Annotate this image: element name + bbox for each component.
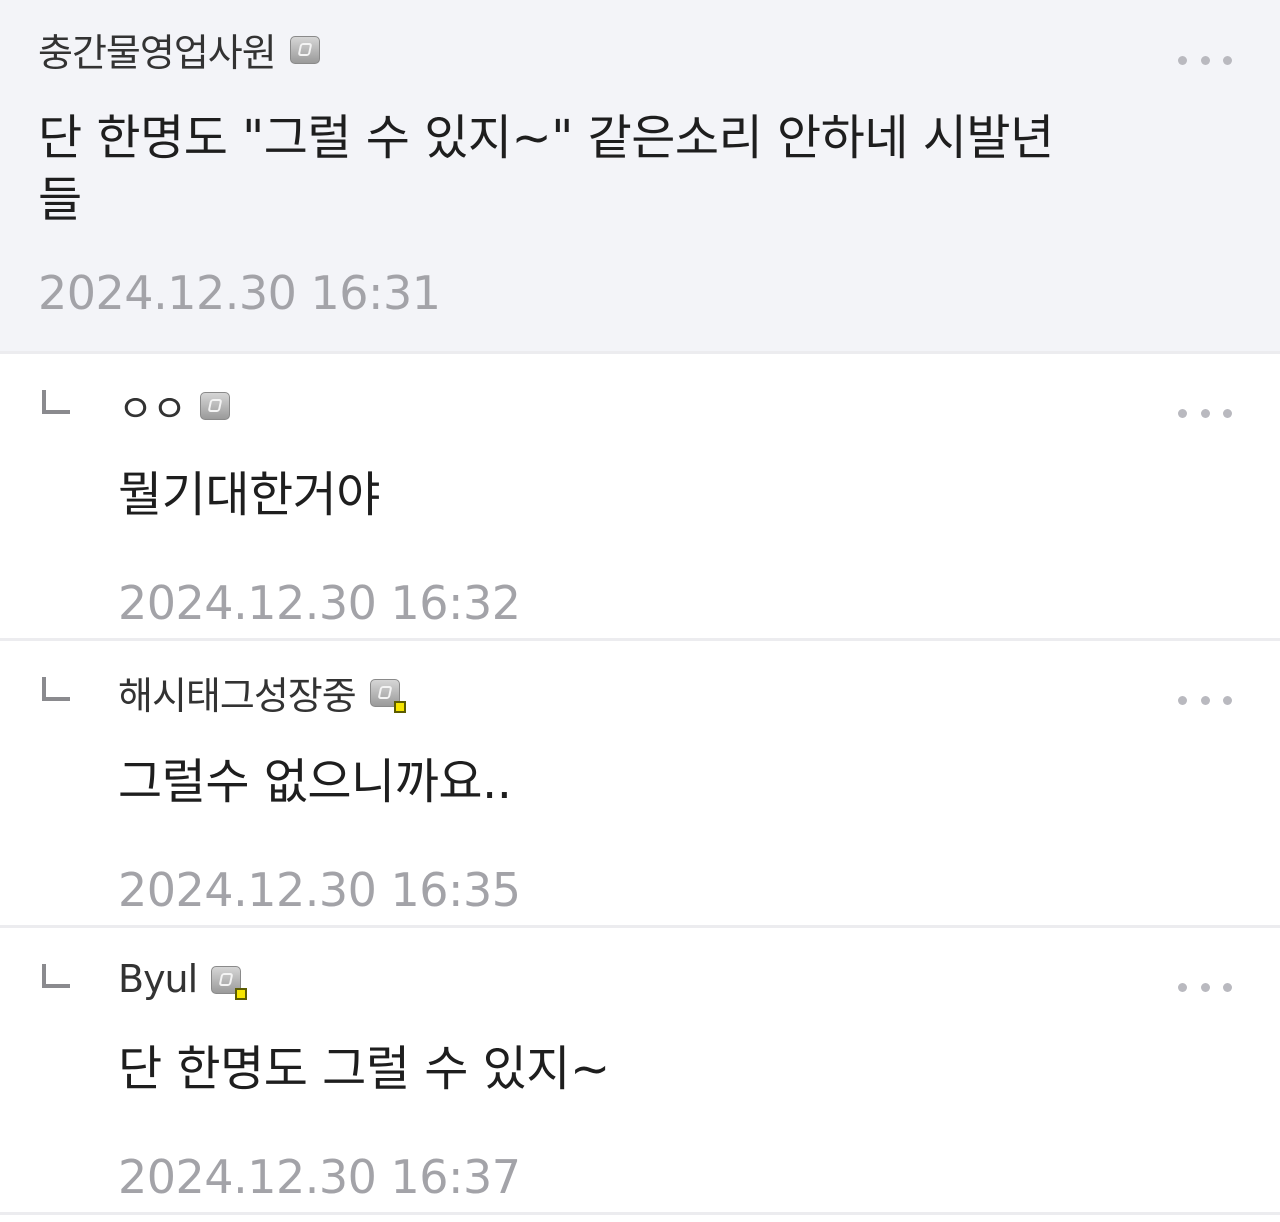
member-level-icon bbox=[199, 392, 232, 422]
more-dot-icon bbox=[1178, 695, 1187, 705]
comment-date: 2024.12.30 16:31 bbox=[38, 266, 441, 320]
reply-arrow-icon bbox=[42, 964, 70, 988]
reply-item: ㅇㅇ 뭘기대한거야 2024.12.30 16:32 bbox=[0, 354, 1280, 641]
comment-date: 2024.12.30 16:37 bbox=[118, 1150, 521, 1204]
comment-author[interactable]: 해시태그성장중 bbox=[118, 665, 357, 720]
more-dot-icon bbox=[1200, 55, 1210, 65]
comment-header: ㅇㅇ bbox=[118, 376, 232, 434]
more-dot-icon bbox=[1178, 982, 1187, 992]
more-options-button[interactable] bbox=[1178, 694, 1232, 706]
more-dot-icon bbox=[1223, 982, 1232, 992]
comment-text: 뭘기대한거야 bbox=[118, 467, 380, 523]
more-dot-icon bbox=[1200, 982, 1210, 992]
more-options-button[interactable] bbox=[1178, 981, 1232, 993]
comment-header: 충간물영업사원 bbox=[38, 20, 322, 78]
more-dot-icon bbox=[1223, 55, 1232, 65]
comment-list: 충간물영업사원 단 한명도 "그럴 수 있지~" 같은소리 안하네 시발년들 2… bbox=[0, 0, 1280, 1215]
comment-item: 충간물영업사원 단 한명도 "그럴 수 있지~" 같은소리 안하네 시발년들 2… bbox=[0, 0, 1280, 354]
reply-arrow-icon bbox=[42, 390, 70, 414]
level-badge-icon bbox=[235, 988, 248, 1000]
member-level-badge-icon bbox=[211, 966, 248, 1000]
comment-date: 2024.12.30 16:35 bbox=[118, 863, 521, 917]
comment-text: 단 한명도 "그럴 수 있지~" 같은소리 안하네 시발년들 bbox=[38, 110, 1054, 228]
level-icon-box bbox=[289, 36, 320, 64]
more-dot-icon bbox=[1200, 408, 1210, 418]
comment-header: 해시태그성장중 bbox=[118, 663, 406, 721]
comment-author[interactable]: Byul bbox=[118, 957, 198, 1001]
more-dot-icon bbox=[1223, 695, 1232, 705]
comment-header: Byul bbox=[118, 950, 248, 1008]
comment-author[interactable]: 충간물영업사원 bbox=[38, 22, 277, 77]
member-level-badge-icon bbox=[369, 679, 406, 713]
level-badge-icon bbox=[393, 701, 406, 713]
more-dot-icon bbox=[1178, 408, 1187, 418]
reply-item: 해시태그성장중 그럴수 없으니까요.. 2024.12.30 16:35 bbox=[0, 641, 1280, 928]
reply-item: Byul 단 한명도 그럴 수 있지~ 2024.12.30 16:37 bbox=[0, 928, 1280, 1215]
reply-arrow-icon bbox=[42, 677, 70, 701]
more-dot-icon bbox=[1178, 55, 1187, 65]
more-options-button[interactable] bbox=[1178, 54, 1232, 66]
member-level-icon bbox=[289, 36, 322, 66]
more-options-button[interactable] bbox=[1178, 407, 1232, 419]
comment-author[interactable]: ㅇㅇ bbox=[118, 378, 187, 433]
comment-text: 그럴수 없으니까요.. bbox=[118, 754, 512, 810]
comment-date: 2024.12.30 16:32 bbox=[118, 576, 521, 630]
comment-text: 단 한명도 그럴 수 있지~ bbox=[118, 1041, 610, 1097]
more-dot-icon bbox=[1223, 408, 1232, 418]
more-dot-icon bbox=[1200, 695, 1210, 705]
level-icon-box bbox=[199, 392, 230, 420]
